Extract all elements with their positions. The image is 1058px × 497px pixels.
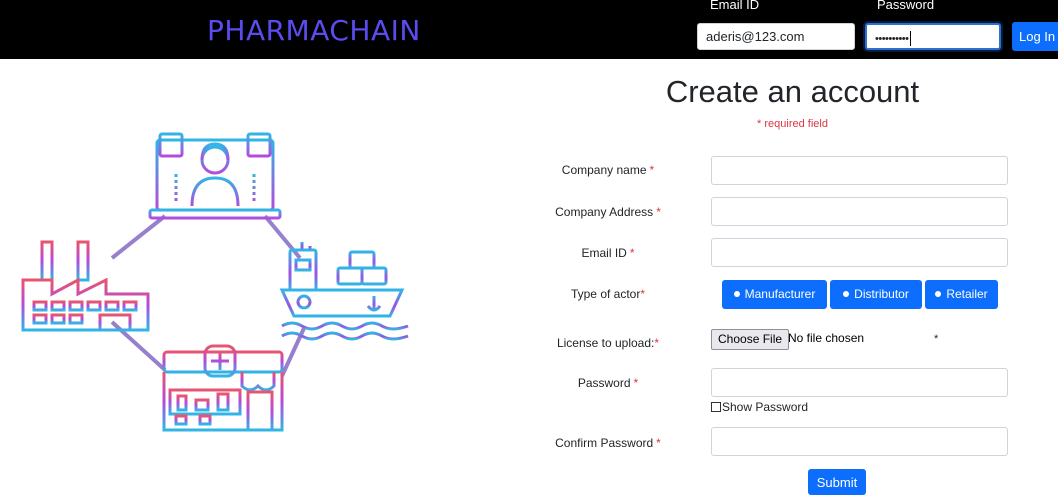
text-caret: [909, 31, 911, 47]
password-label: Password *: [508, 376, 708, 390]
actor-radio-manufacturer[interactable]: Manufacturer: [722, 280, 827, 309]
company-address-label: Company Address *: [508, 205, 708, 219]
show-password-label: Show Password: [722, 400, 809, 414]
required-star: *: [649, 163, 655, 177]
actor-type-label-text: Type of actor: [570, 287, 641, 301]
email-label-text: Email ID: [581, 246, 627, 260]
login-password-value: ••••••••••: [875, 33, 909, 45]
brand-logo[interactable]: PHARMACHAIN: [207, 14, 421, 47]
actor-option-label: Retailer: [946, 287, 988, 301]
factory-icon: [21, 240, 150, 332]
license-side-star: *: [934, 333, 939, 345]
customer-support-icon: [148, 132, 282, 220]
confirm-password-input[interactable]: [711, 427, 1008, 456]
email-input[interactable]: [711, 238, 1008, 267]
submit-button[interactable]: Submit: [808, 469, 866, 495]
login-password-input[interactable]: ••••••••••: [865, 23, 1001, 50]
show-password-toggle[interactable]: Show Password: [711, 400, 808, 414]
license-label: License to upload:*: [508, 336, 708, 350]
actor-radio-distributor[interactable]: Distributor: [830, 280, 922, 309]
confirm-password-label: Confirm Password *: [508, 436, 708, 450]
required-star: *: [656, 436, 661, 450]
file-status-text: No file chosen: [788, 331, 865, 345]
company-name-label: Company name *: [508, 163, 708, 177]
company-address-input[interactable]: [711, 197, 1008, 226]
login-password-label: Password: [877, 0, 935, 12]
password-input[interactable]: [711, 368, 1008, 397]
company-address-label-text: Company Address: [555, 205, 654, 219]
required-star: *: [629, 246, 635, 260]
login-email-value: aderis@123.com: [706, 29, 805, 44]
required-star: *: [656, 205, 661, 219]
login-email-input[interactable]: aderis@123.com: [697, 23, 855, 50]
checkbox-icon[interactable]: [711, 401, 721, 412]
actor-type-label: Type of actor*: [508, 287, 708, 301]
company-name-input[interactable]: [711, 156, 1008, 185]
radio-dot-icon: [935, 290, 942, 297]
required-star: *: [640, 287, 646, 301]
confirm-password-label-text: Confirm Password: [555, 436, 654, 450]
actor-option-label: Manufacturer: [744, 287, 816, 301]
license-label-text: License to upload:: [556, 336, 655, 350]
page-title: Create an account: [665, 74, 920, 109]
top-navbar: PHARMACHAIN Email ID aderis@123.com Pass…: [0, 0, 1058, 59]
supply-chain-illustration: [21, 132, 409, 432]
required-star: *: [633, 376, 639, 390]
radio-dot-icon: [733, 290, 740, 297]
actor-option-label: Distributor: [854, 287, 909, 301]
login-email-label: Email ID: [710, 0, 760, 12]
radio-dot-icon: [843, 290, 850, 297]
pharmacy-store-icon: [162, 344, 284, 432]
email-label: Email ID *: [508, 246, 708, 260]
login-button[interactable]: Log In: [1012, 22, 1058, 51]
password-label-text: Password: [577, 376, 631, 390]
required-field-note: * required field: [757, 118, 828, 130]
required-star: *: [654, 336, 660, 350]
choose-file-button[interactable]: Choose File: [711, 329, 790, 350]
company-name-label-text: Company name: [561, 163, 647, 177]
actor-radio-retailer[interactable]: Retailer: [925, 280, 998, 309]
